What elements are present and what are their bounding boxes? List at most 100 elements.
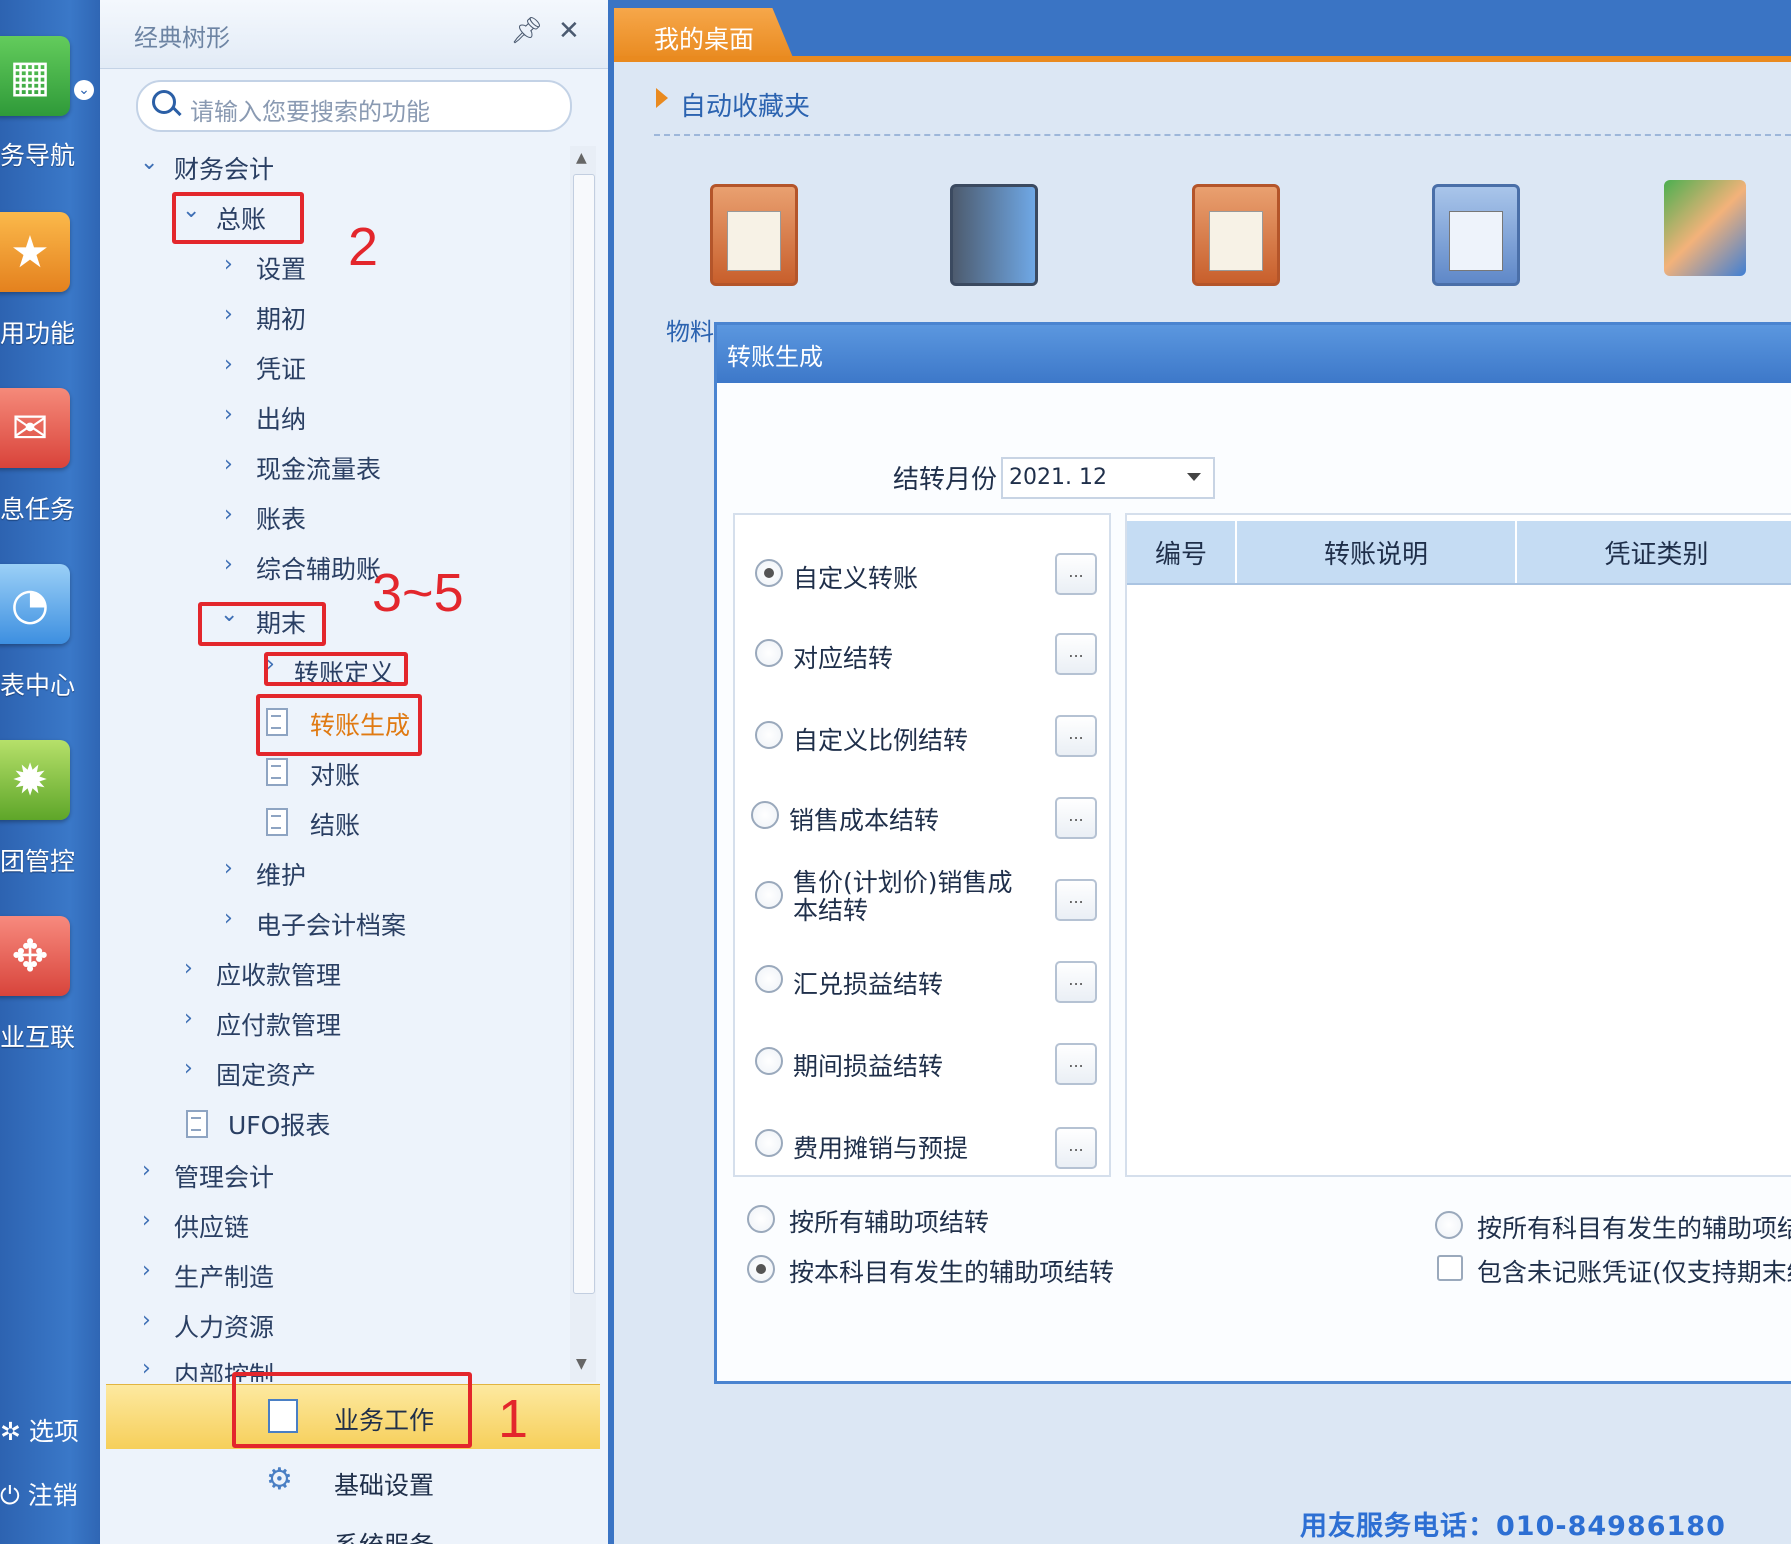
basic-settings-tab[interactable]: 基础设置 xyxy=(334,1466,434,1502)
tree-item-cashier[interactable]: 出纳 xyxy=(256,400,306,436)
chevron-down-icon[interactable]: ⌄ xyxy=(74,80,94,100)
option-label-1[interactable]: 对应结转 xyxy=(793,639,893,675)
tree-item-ar[interactable]: 应收款管理 xyxy=(216,956,341,992)
chevron-right-icon[interactable]: › xyxy=(184,1056,193,1081)
option-label-3[interactable]: 销售成本结转 xyxy=(789,801,939,837)
radio-expense-amortization[interactable] xyxy=(755,1129,783,1157)
option-label-5[interactable]: 汇兑损益结转 xyxy=(793,965,943,1001)
nav-label-3[interactable]: 表中心 xyxy=(0,666,100,702)
transfer-grid[interactable]: 编号 转账说明 凭证类别 xyxy=(1125,513,1791,1177)
chevron-right-icon[interactable]: › xyxy=(184,956,193,981)
chevron-right-icon[interactable]: › xyxy=(142,1208,151,1233)
tree-item-opening[interactable]: 期初 xyxy=(256,300,306,336)
tree-item-mfg[interactable]: 生产制造 xyxy=(174,1258,274,1294)
chevron-right-icon[interactable]: › xyxy=(142,1356,151,1381)
clipboard-table-icon[interactable] xyxy=(710,184,798,286)
chevron-right-icon[interactable]: › xyxy=(224,856,233,881)
options-ellipsis-button[interactable]: ... xyxy=(1055,797,1097,839)
option-label-2[interactable]: 自定义比例结转 xyxy=(793,721,968,757)
radio-all-accounts-aux[interactable] xyxy=(1435,1211,1463,1239)
logout-button[interactable]: ⏻ 注销 xyxy=(0,1476,78,1512)
chevron-right-icon[interactable]: › xyxy=(224,906,233,931)
chevron-down-icon[interactable] xyxy=(1187,473,1201,481)
options-ellipsis-button[interactable]: ... xyxy=(1055,553,1097,595)
nav-label-0[interactable]: 务导航 xyxy=(0,136,100,172)
chevron-right-icon[interactable]: › xyxy=(224,552,233,577)
options-ellipsis-button[interactable]: ... xyxy=(1055,715,1097,757)
tree-item-cashflow[interactable]: 现金流量表 xyxy=(256,450,381,486)
tree-scrollbar[interactable]: ▲ ▼ xyxy=(570,146,596,1382)
chevron-right-icon[interactable]: › xyxy=(142,1308,151,1333)
chevron-right-icon[interactable]: › xyxy=(224,402,233,427)
tree-item-ufo[interactable]: UFO报表 xyxy=(228,1106,330,1142)
option-label-0[interactable]: 自定义转账 xyxy=(793,559,918,595)
radio-custom-ratio[interactable] xyxy=(755,721,783,749)
tree-item-aux[interactable]: 综合辅助账 xyxy=(256,550,381,586)
star-folder-icon[interactable]: ★ xyxy=(0,212,70,292)
options-ellipsis-button[interactable]: ... xyxy=(1055,1043,1097,1085)
chevron-down-icon[interactable]: ⌄ xyxy=(140,150,158,175)
radio-all-accounts-aux-label[interactable]: 按所有科目有发生的辅助项结 xyxy=(1477,1209,1791,1245)
tree-icon[interactable]: ▦ xyxy=(0,36,70,116)
tree-item-close[interactable]: 结账 xyxy=(310,806,360,842)
tree-item-voucher[interactable]: 凭证 xyxy=(256,350,306,386)
close-icon[interactable]: ✕ xyxy=(558,16,580,46)
chevron-right-icon[interactable]: › xyxy=(224,252,233,277)
chevron-right-icon[interactable]: › xyxy=(224,302,233,327)
chevron-right-icon[interactable]: › xyxy=(224,352,233,377)
scroll-down-icon[interactable]: ▼ xyxy=(576,1356,587,1372)
radio-sales-cost[interactable] xyxy=(751,801,779,829)
tree-item-reconcile[interactable]: 对账 xyxy=(310,756,360,792)
chevron-right-icon[interactable]: › xyxy=(224,452,233,477)
options-ellipsis-button[interactable]: ... xyxy=(1055,1127,1097,1169)
radio-all-aux-label[interactable]: 按所有辅助项结转 xyxy=(789,1203,989,1239)
checkbox-include-unposted[interactable] xyxy=(1437,1255,1463,1281)
clipboard-table-icon[interactable] xyxy=(1192,184,1280,286)
gear-cluster-icon[interactable]: ✹ xyxy=(0,740,70,820)
options-ellipsis-button[interactable]: ... xyxy=(1055,879,1097,921)
checkbox-include-unposted-label[interactable]: 包含未记账凭证(仅支持期末结 xyxy=(1477,1253,1791,1289)
chevron-right-icon[interactable]: › xyxy=(184,1006,193,1031)
option-label-7[interactable]: 费用摊销与预提 xyxy=(793,1129,968,1165)
option-label-4-line2[interactable]: 本结转 xyxy=(793,891,868,927)
handshake-icon[interactable] xyxy=(1664,180,1746,276)
pin-icon[interactable]: 📌︎ xyxy=(510,16,543,46)
col-description[interactable]: 转账说明 xyxy=(1237,521,1517,583)
report-icon[interactable]: ◔ xyxy=(0,564,70,644)
tree-item-ap[interactable]: 应付款管理 xyxy=(216,1006,341,1042)
month-select[interactable]: 2021. 12 xyxy=(1001,457,1215,499)
chevron-right-icon[interactable]: › xyxy=(224,502,233,527)
connect-icon[interactable]: ✥ xyxy=(0,916,70,996)
chevron-right-icon[interactable]: › xyxy=(142,1158,151,1183)
options-ellipsis-button[interactable]: ... xyxy=(1055,961,1097,1003)
radio-custom-transfer[interactable] xyxy=(755,559,783,587)
chevron-right-icon[interactable]: › xyxy=(142,1258,151,1283)
nav-label-5[interactable]: 业互联 xyxy=(0,1018,100,1054)
clipboard-grid-icon[interactable] xyxy=(1432,184,1520,286)
tree-item-ledger[interactable]: 账表 xyxy=(256,500,306,536)
radio-exchange-gain-loss[interactable] xyxy=(755,965,783,993)
scroll-up-icon[interactable]: ▲ xyxy=(576,150,587,166)
tree-item-finance[interactable]: 财务会计 xyxy=(174,150,274,186)
nav-label-1[interactable]: 用功能 xyxy=(0,314,100,350)
nav-label-2[interactable]: 息任务 xyxy=(0,490,100,526)
books-icon[interactable] xyxy=(950,184,1038,286)
tree-item-supply[interactable]: 供应链 xyxy=(174,1208,249,1244)
tree-item-hr[interactable]: 人力资源 xyxy=(174,1308,274,1344)
tree-item-fixed[interactable]: 固定资产 xyxy=(216,1056,316,1092)
scroll-thumb[interactable] xyxy=(573,174,595,1294)
radio-corresponding-transfer[interactable] xyxy=(755,639,783,667)
radio-all-aux[interactable] xyxy=(747,1205,775,1233)
option-label-6[interactable]: 期间损益结转 xyxy=(793,1047,943,1083)
radio-account-aux-label[interactable]: 按本科目有发生的辅助项结转 xyxy=(789,1253,1114,1289)
radio-plan-price-cost[interactable] xyxy=(755,881,783,909)
favorites-title[interactable]: 自动收藏夹 xyxy=(680,86,810,123)
radio-account-aux[interactable] xyxy=(747,1255,775,1283)
search-input[interactable]: 请输入您要搜索的功能 xyxy=(136,80,572,132)
system-service-tab[interactable]: 系统服务 xyxy=(334,1526,434,1544)
tree-item-mgmt[interactable]: 管理会计 xyxy=(174,1158,274,1194)
col-voucher-type[interactable]: 凭证类别 xyxy=(1517,521,1791,583)
tree-item-e-archive[interactable]: 电子会计档案 xyxy=(256,906,406,942)
tree-item-setup[interactable]: 设置 xyxy=(256,250,306,286)
col-number[interactable]: 编号 xyxy=(1127,521,1237,583)
